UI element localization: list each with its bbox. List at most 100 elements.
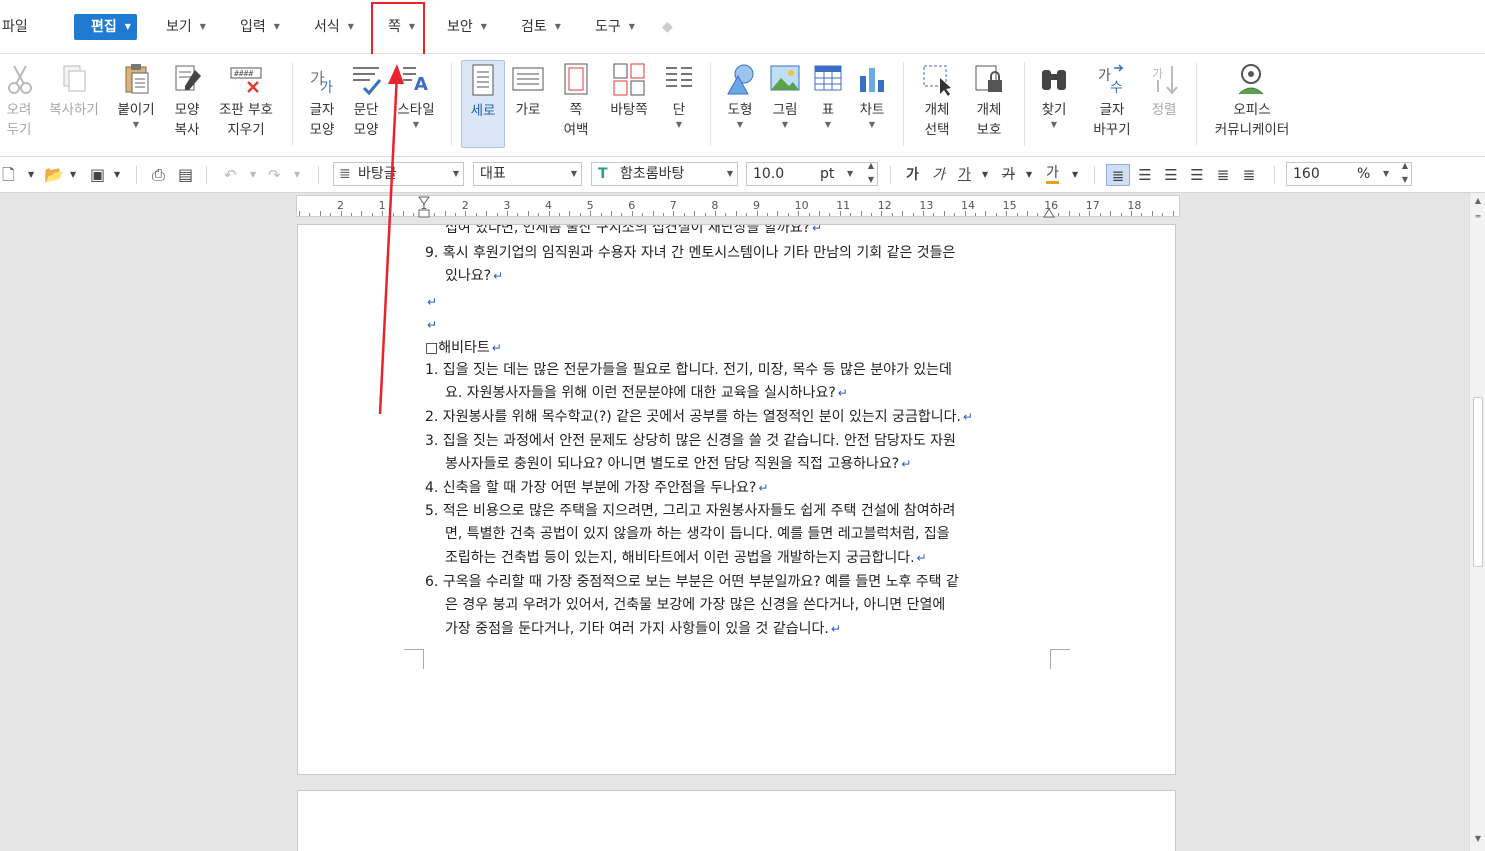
clear-codes-button[interactable]: #### 조판 부호 지우기 [214, 62, 278, 140]
char-shape-button[interactable]: 가가 글자 모양 [304, 62, 340, 140]
text-line[interactable]: 3. 집을 짓는 과정에서 안전 문제도 상당히 많은 신경을 쓸 것 같습니다… [425, 430, 956, 453]
object-protect-button[interactable]: 개체 보호 [966, 62, 1012, 140]
chevron-down-icon[interactable]: ▼ [294, 164, 300, 186]
menu-review[interactable]: 검토 ▼ [521, 14, 561, 40]
zoom-stepper[interactable]: ▲ ▼ [1402, 159, 1408, 187]
menu-file[interactable]: 파일 [2, 14, 28, 40]
align-justify-icon[interactable]: ≣ [1106, 164, 1130, 186]
svg-text:가: 가 [320, 80, 333, 96]
scroll-prev-icon[interactable]: ═ [1472, 211, 1484, 223]
menu-tools-label: 도구 [595, 19, 621, 35]
font-select[interactable]: T 함초롬바탕 ▼ [591, 162, 738, 186]
text-line[interactable]: □해비타트 ↵ [425, 337, 502, 360]
text-line[interactable]: 조립하는 건축법 등이 있는지, 해비타트에서 이런 공법을 개발하는지 궁금합… [445, 547, 927, 570]
font-size-stepper[interactable]: ▲ ▼ [868, 159, 874, 187]
text-line[interactable]: 섭여 있다면, 언제쯤 울산 구지소의 섭견실이 새단상을 할까요? ↵ [445, 225, 822, 240]
chart-button[interactable]: 차트 ▼ [852, 62, 892, 130]
text-line[interactable]: 있나요? ↵ [445, 265, 503, 288]
font-size-input[interactable]: 10.0 pt ▼ ▲ ▼ [746, 159, 878, 187]
replace-button[interactable]: 가수 글자 바꾸기 [1084, 62, 1140, 140]
scroll-up-icon[interactable]: ▲ [1472, 195, 1484, 207]
scroll-down-icon[interactable]: ▼ [1472, 833, 1484, 845]
ruler-tick [767, 213, 768, 216]
print-icon[interactable]: ⎙ [152, 164, 165, 186]
chevron-down-icon[interactable]: ▼ [1072, 164, 1078, 186]
align-divide-icon[interactable]: ≣ [1238, 164, 1260, 186]
document-page-next[interactable] [297, 790, 1176, 851]
align-left-icon[interactable]: ☰ [1134, 164, 1156, 186]
text-line[interactable]: 5. 적은 비용으로 많은 주택을 지으려면, 그리고 자원봉사자들도 쉽게 주… [425, 500, 955, 523]
text-line[interactable]: 가장 중점을 둔다거나, 기타 여러 가지 사항들이 있을 것 같습니다. ↵ [445, 618, 841, 641]
format-painter-button[interactable]: 모양 복사 [166, 62, 208, 140]
margin-button[interactable]: 쪽 여백 [556, 62, 596, 140]
ruler-tick [1089, 211, 1091, 216]
chevron-down-icon[interactable]: ▼ [114, 164, 120, 186]
strikethrough-button[interactable]: 가 [1002, 164, 1015, 186]
chevron-down-icon[interactable]: ▼ [1026, 164, 1032, 186]
text-line[interactable]: 봉사자들로 충원이 되나요? 아니면 별도로 안전 담당 직원을 직접 고용하나… [445, 453, 911, 476]
chevron-down-icon[interactable]: ▼ [982, 164, 988, 186]
right-margin-marker-icon[interactable] [1043, 206, 1055, 218]
menu-tools[interactable]: 도구 ▼ [595, 14, 635, 40]
table-button[interactable]: 표 ▼ [810, 62, 846, 130]
text-line[interactable]: 9. 혹시 후원기업의 임직원과 수용자 자녀 간 멘토시스템이나 기타 만남의… [425, 242, 955, 265]
columns-label: 단 [672, 102, 686, 118]
horizontal-ruler[interactable]: 2 1 1 2 3 4 5 6 7 8 9 10 11 12 13 14 15 16 17 18 [296, 195, 1180, 218]
chevron-down-icon[interactable]: ▼ [250, 164, 256, 186]
text-line[interactable]: ↵ [425, 314, 437, 337]
text-line[interactable]: 은 경우 붕괴 우려가 있어서, 건축물 보강에 가장 많은 신경을 쓴다거나,… [445, 594, 945, 617]
chevron-down-icon[interactable]: ▼ [70, 164, 76, 186]
font-color-button[interactable]: 가 [1046, 164, 1059, 184]
portrait-button[interactable]: 세로 [461, 60, 505, 148]
italic-button[interactable]: 가 [932, 164, 945, 186]
text-line[interactable]: 4. 신축을 할 때 가장 어떤 부분에 가장 주안점을 두나요? ↵ [425, 477, 768, 500]
svg-text:수: 수 [1110, 80, 1123, 96]
align-right-icon[interactable]: ☰ [1186, 164, 1208, 186]
picture-button[interactable]: 그림 ▼ [766, 62, 804, 130]
menu-edit[interactable]: 편집 ▼ [74, 14, 137, 40]
align-distribute-icon[interactable]: ≣ [1212, 164, 1234, 186]
vertical-scrollbar[interactable]: ▲ ═ ▼ [1469, 193, 1485, 851]
menu-insert[interactable]: 입력 ▼ [240, 14, 280, 40]
ruler-tick [507, 211, 508, 216]
new-document-icon[interactable]: 🗋 [2, 164, 15, 186]
undo-icon[interactable]: ↶ [224, 164, 237, 186]
copy-button[interactable]: 복사하기 [44, 62, 104, 120]
find-button[interactable]: 찾기 ▼ [1034, 62, 1074, 130]
chevron-down-icon: ▼ [781, 120, 789, 129]
text-line[interactable]: 2. 자원봉사를 위해 목수학교(?) 같은 곳에서 공부를 하는 열정적인 분… [425, 406, 973, 429]
chevron-down-icon[interactable]: ▼ [28, 164, 34, 186]
underline-button[interactable]: 가 [958, 164, 971, 186]
align-center-icon[interactable]: ☰ [1160, 164, 1182, 186]
language-select[interactable]: 대표 ▼ [473, 162, 582, 186]
save-icon[interactable]: ▣ [90, 164, 105, 186]
text-line[interactable]: ↵ [425, 291, 437, 314]
ruler-tick [715, 211, 716, 216]
cut-button[interactable]: 오려 두기 [2, 62, 36, 140]
shape-button[interactable]: 도형 ▼ [720, 62, 760, 130]
open-folder-icon[interactable]: 📂 [44, 164, 64, 186]
landscape-button[interactable]: 가로 [508, 62, 548, 120]
text-line[interactable]: 1. 집을 짓는 데는 많은 전문가들을 필요로 합니다. 전기, 미장, 목수… [425, 359, 952, 382]
office-communicator-button[interactable]: 오피스 커뮤니케이터 [1206, 62, 1298, 140]
puzzle-icon[interactable]: ◆ [662, 14, 673, 40]
ruler-tick [891, 213, 893, 216]
menu-format[interactable]: 서식 ▼ [314, 14, 354, 40]
columns-button[interactable]: 단 ▼ [660, 62, 698, 130]
text-line[interactable]: 요. 자원봉사자들을 위해 이런 전문분야에 대한 교육을 실시하나요? ↵ [445, 382, 848, 405]
paste-button[interactable]: 붙이기 ▼ [114, 62, 158, 130]
zoom-input[interactable]: 160 % ▼ ▲ ▼ [1286, 159, 1412, 187]
bold-button[interactable]: 가 [906, 164, 919, 186]
indent-marker-icon[interactable] [418, 196, 430, 218]
scrollbar-thumb[interactable] [1473, 397, 1483, 567]
sort-button[interactable]: 가 정렬 [1146, 62, 1182, 120]
preview-icon[interactable]: ▤ [178, 164, 193, 186]
document-page[interactable]: 섭여 있다면, 언제쯤 울산 구지소의 섭견실이 새단상을 할까요? ↵ 9. 혹시… [297, 224, 1176, 775]
text-line[interactable]: 6. 구옥을 수리할 때 가장 중점적으로 보는 부분은 어떤 부분일까요? 예… [425, 571, 959, 594]
object-select-button[interactable]: 개체 선택 [914, 62, 960, 140]
menu-view[interactable]: 보기 ▼ [166, 14, 206, 40]
text-line[interactable]: 면, 특별한 건축 공법이 있지 않을까 하는 생각이 듭니다. 예를 들면 레… [445, 523, 950, 546]
redo-icon[interactable]: ↷ [268, 164, 281, 186]
menu-security[interactable]: 보안 ▼ [447, 14, 487, 40]
background-page-button[interactable]: 바탕쪽 [606, 62, 652, 120]
